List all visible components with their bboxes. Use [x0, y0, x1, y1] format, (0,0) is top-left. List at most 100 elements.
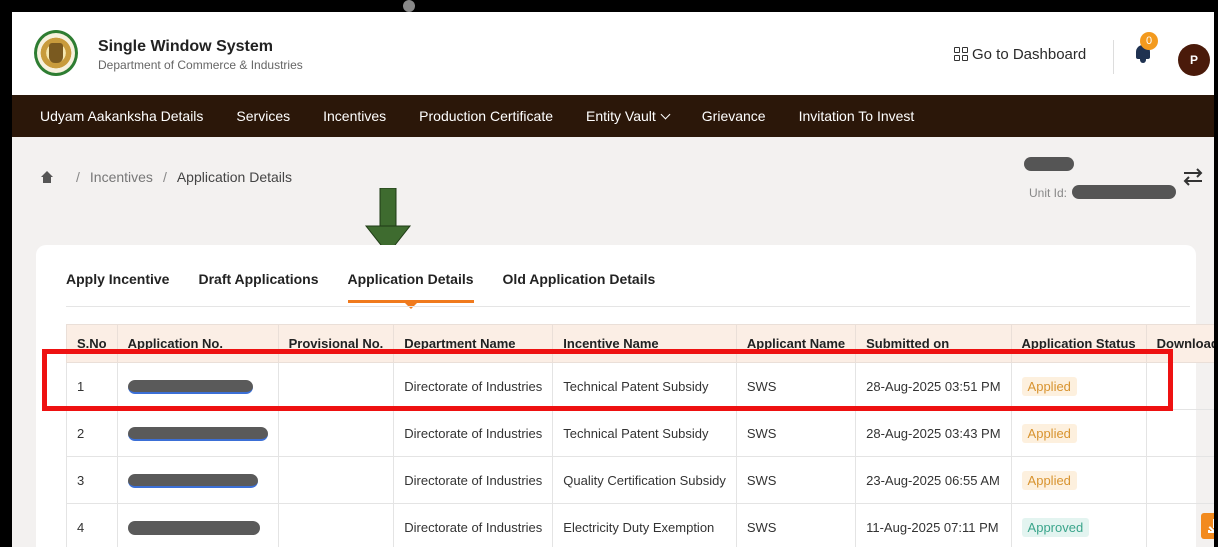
cell-incentive: Technical Patent Subsidy: [552, 362, 737, 410]
cell-department: Directorate of Industries: [393, 409, 554, 457]
nav-entity-vault[interactable]: Entity Vault: [586, 108, 671, 124]
go-to-dashboard-label: Go to Dashboard: [972, 46, 1087, 63]
unit-name-redacted: [1024, 157, 1074, 171]
notification-badge: 0: [1140, 32, 1158, 50]
col-download-certificate: Download Certificate: [1145, 324, 1214, 363]
grid-icon: [954, 46, 970, 63]
nav-udyam-aakanksha-details[interactable]: Udyam Aakanksha Details: [40, 108, 203, 124]
cell-submitted: 28-Aug-2025 03:43 PM: [855, 409, 1012, 457]
cell-provisional-no: [277, 409, 395, 457]
applications-table: S.No Application No. Provisional No. Dep…: [66, 324, 1214, 547]
app-subtitle: Department of Commerce & Industries: [98, 58, 303, 72]
cell-department: Directorate of Industries: [393, 456, 554, 504]
cell-status: Applied: [1010, 362, 1147, 410]
switch-arrows-icon[interactable]: [1180, 164, 1206, 190]
cell-download: [1145, 456, 1214, 504]
main-nav: Udyam Aakanksha Details Services Incenti…: [12, 95, 1214, 137]
cell-sno: 3: [66, 456, 118, 504]
breadcrumb: / Incentives / Application Details: [40, 169, 292, 185]
breadcrumb-separator: /: [76, 169, 80, 185]
col-application-status: Application Status: [1010, 324, 1147, 363]
header-divider: [1113, 40, 1114, 74]
nav-grievance[interactable]: Grievance: [702, 108, 766, 124]
application-no-link-redacted[interactable]: [127, 473, 258, 488]
tab-apply-incentive[interactable]: Apply Incentive: [66, 271, 169, 303]
status-badge: Applied: [1021, 376, 1077, 396]
avatar[interactable]: P: [1178, 44, 1210, 76]
cell-applicant: SWS: [735, 409, 857, 457]
status-badge: Applied: [1021, 470, 1077, 490]
table-row: 4 Directorate of Industries Electricity …: [66, 503, 1214, 547]
home-icon[interactable]: [40, 171, 54, 183]
breadcrumb-incentives[interactable]: Incentives: [90, 169, 153, 185]
header: Single Window System Department of Comme…: [12, 12, 1214, 95]
app-window: Single Window System Department of Comme…: [12, 12, 1214, 547]
status-badge: Approved: [1021, 517, 1090, 537]
cell-incentive: Technical Patent Subsidy: [552, 409, 737, 457]
cell-applicant: SWS: [735, 456, 857, 504]
go-to-dashboard-link[interactable]: Go to Dashboard: [954, 46, 1086, 63]
cell-submitted: 11-Aug-2025 07:11 PM: [855, 503, 1012, 547]
nav-invitation-to-invest[interactable]: Invitation To Invest: [799, 108, 915, 124]
col-department-name: Department Name: [393, 324, 554, 363]
cell-sno: 1: [66, 362, 118, 410]
cell-application-no: [116, 456, 279, 504]
breadcrumb-current: Application Details: [176, 169, 292, 185]
table-row: 2 Directorate of Industries Technical Pa…: [66, 409, 1214, 457]
col-applicant-name: Applicant Name: [735, 324, 857, 363]
cell-application-no: [116, 409, 279, 457]
cell-incentive: Quality Certification Subsidy: [552, 456, 737, 504]
cell-provisional-no: [277, 362, 395, 410]
nav-services[interactable]: Services: [236, 108, 290, 124]
cell-download: [1145, 362, 1214, 410]
cell-download: [1145, 409, 1214, 457]
col-submitted-on: Submitted on: [855, 324, 1012, 363]
cell-submitted: 28-Aug-2025 03:51 PM: [855, 362, 1012, 410]
cell-application-no: [116, 503, 279, 547]
tab-old-application-details[interactable]: Old Application Details: [503, 271, 656, 303]
cell-incentive: Electricity Duty Exemption: [552, 503, 737, 547]
col-incentive-name: Incentive Name: [552, 324, 737, 363]
breadcrumb-separator: /: [162, 169, 167, 185]
application-no-link-redacted[interactable]: [127, 379, 253, 394]
tab-application-details[interactable]: Application Details: [347, 271, 474, 309]
nav-production-certificate[interactable]: Production Certificate: [419, 108, 553, 124]
tab-draft-applications[interactable]: Draft Applications: [198, 271, 318, 303]
tab-bar: Apply Incentive Draft Applications Appli…: [66, 271, 684, 309]
application-card: Apply Incentive Draft Applications Appli…: [36, 245, 1214, 547]
screenshot-frame: Single Window System Department of Comme…: [0, 0, 1218, 547]
table-row: 1 Directorate of Industries Technical Pa…: [66, 362, 1214, 410]
cell-provisional-no: [277, 456, 395, 504]
chevron-down-icon: [660, 109, 671, 119]
application-no-link-redacted[interactable]: [127, 426, 268, 441]
cell-provisional-no: [277, 503, 395, 547]
download-certificate-button[interactable]: [1200, 512, 1214, 539]
col-sno: S.No: [66, 324, 118, 363]
nav-entity-vault-label: Entity Vault: [586, 108, 656, 124]
cell-sno: 4: [66, 503, 118, 547]
cell-department: Directorate of Industries: [393, 503, 554, 547]
tab-divider: [66, 306, 1190, 307]
cell-download: [1145, 503, 1214, 547]
cell-applicant: SWS: [735, 503, 857, 547]
status-badge: Applied: [1021, 423, 1077, 443]
nav-incentives[interactable]: Incentives: [323, 108, 386, 124]
cell-submitted: 23-Aug-2025 06:55 AM: [855, 456, 1012, 504]
cell-sno: 2: [66, 409, 118, 457]
unit-id-redacted: [1072, 185, 1176, 199]
col-provisional-no: Provisional No.: [277, 324, 395, 363]
cell-status: Approved: [1010, 503, 1147, 547]
cell-status: Applied: [1010, 409, 1147, 457]
col-application-no: Application No.: [116, 324, 279, 363]
window-dot: [403, 0, 415, 12]
table-header-row: S.No Application No. Provisional No. Dep…: [66, 324, 1214, 363]
cell-department: Directorate of Industries: [393, 362, 554, 410]
cell-applicant: SWS: [735, 362, 857, 410]
table-row: 3 Directorate of Industries Quality Cert…: [66, 456, 1214, 504]
unit-id-label: Unit Id:: [1029, 186, 1068, 200]
application-no-link-redacted[interactable]: [127, 520, 260, 535]
emblem-logo: [34, 30, 78, 76]
download-icon: [1207, 529, 1214, 533]
cell-status: Applied: [1010, 456, 1147, 504]
cell-application-no: [116, 362, 279, 410]
